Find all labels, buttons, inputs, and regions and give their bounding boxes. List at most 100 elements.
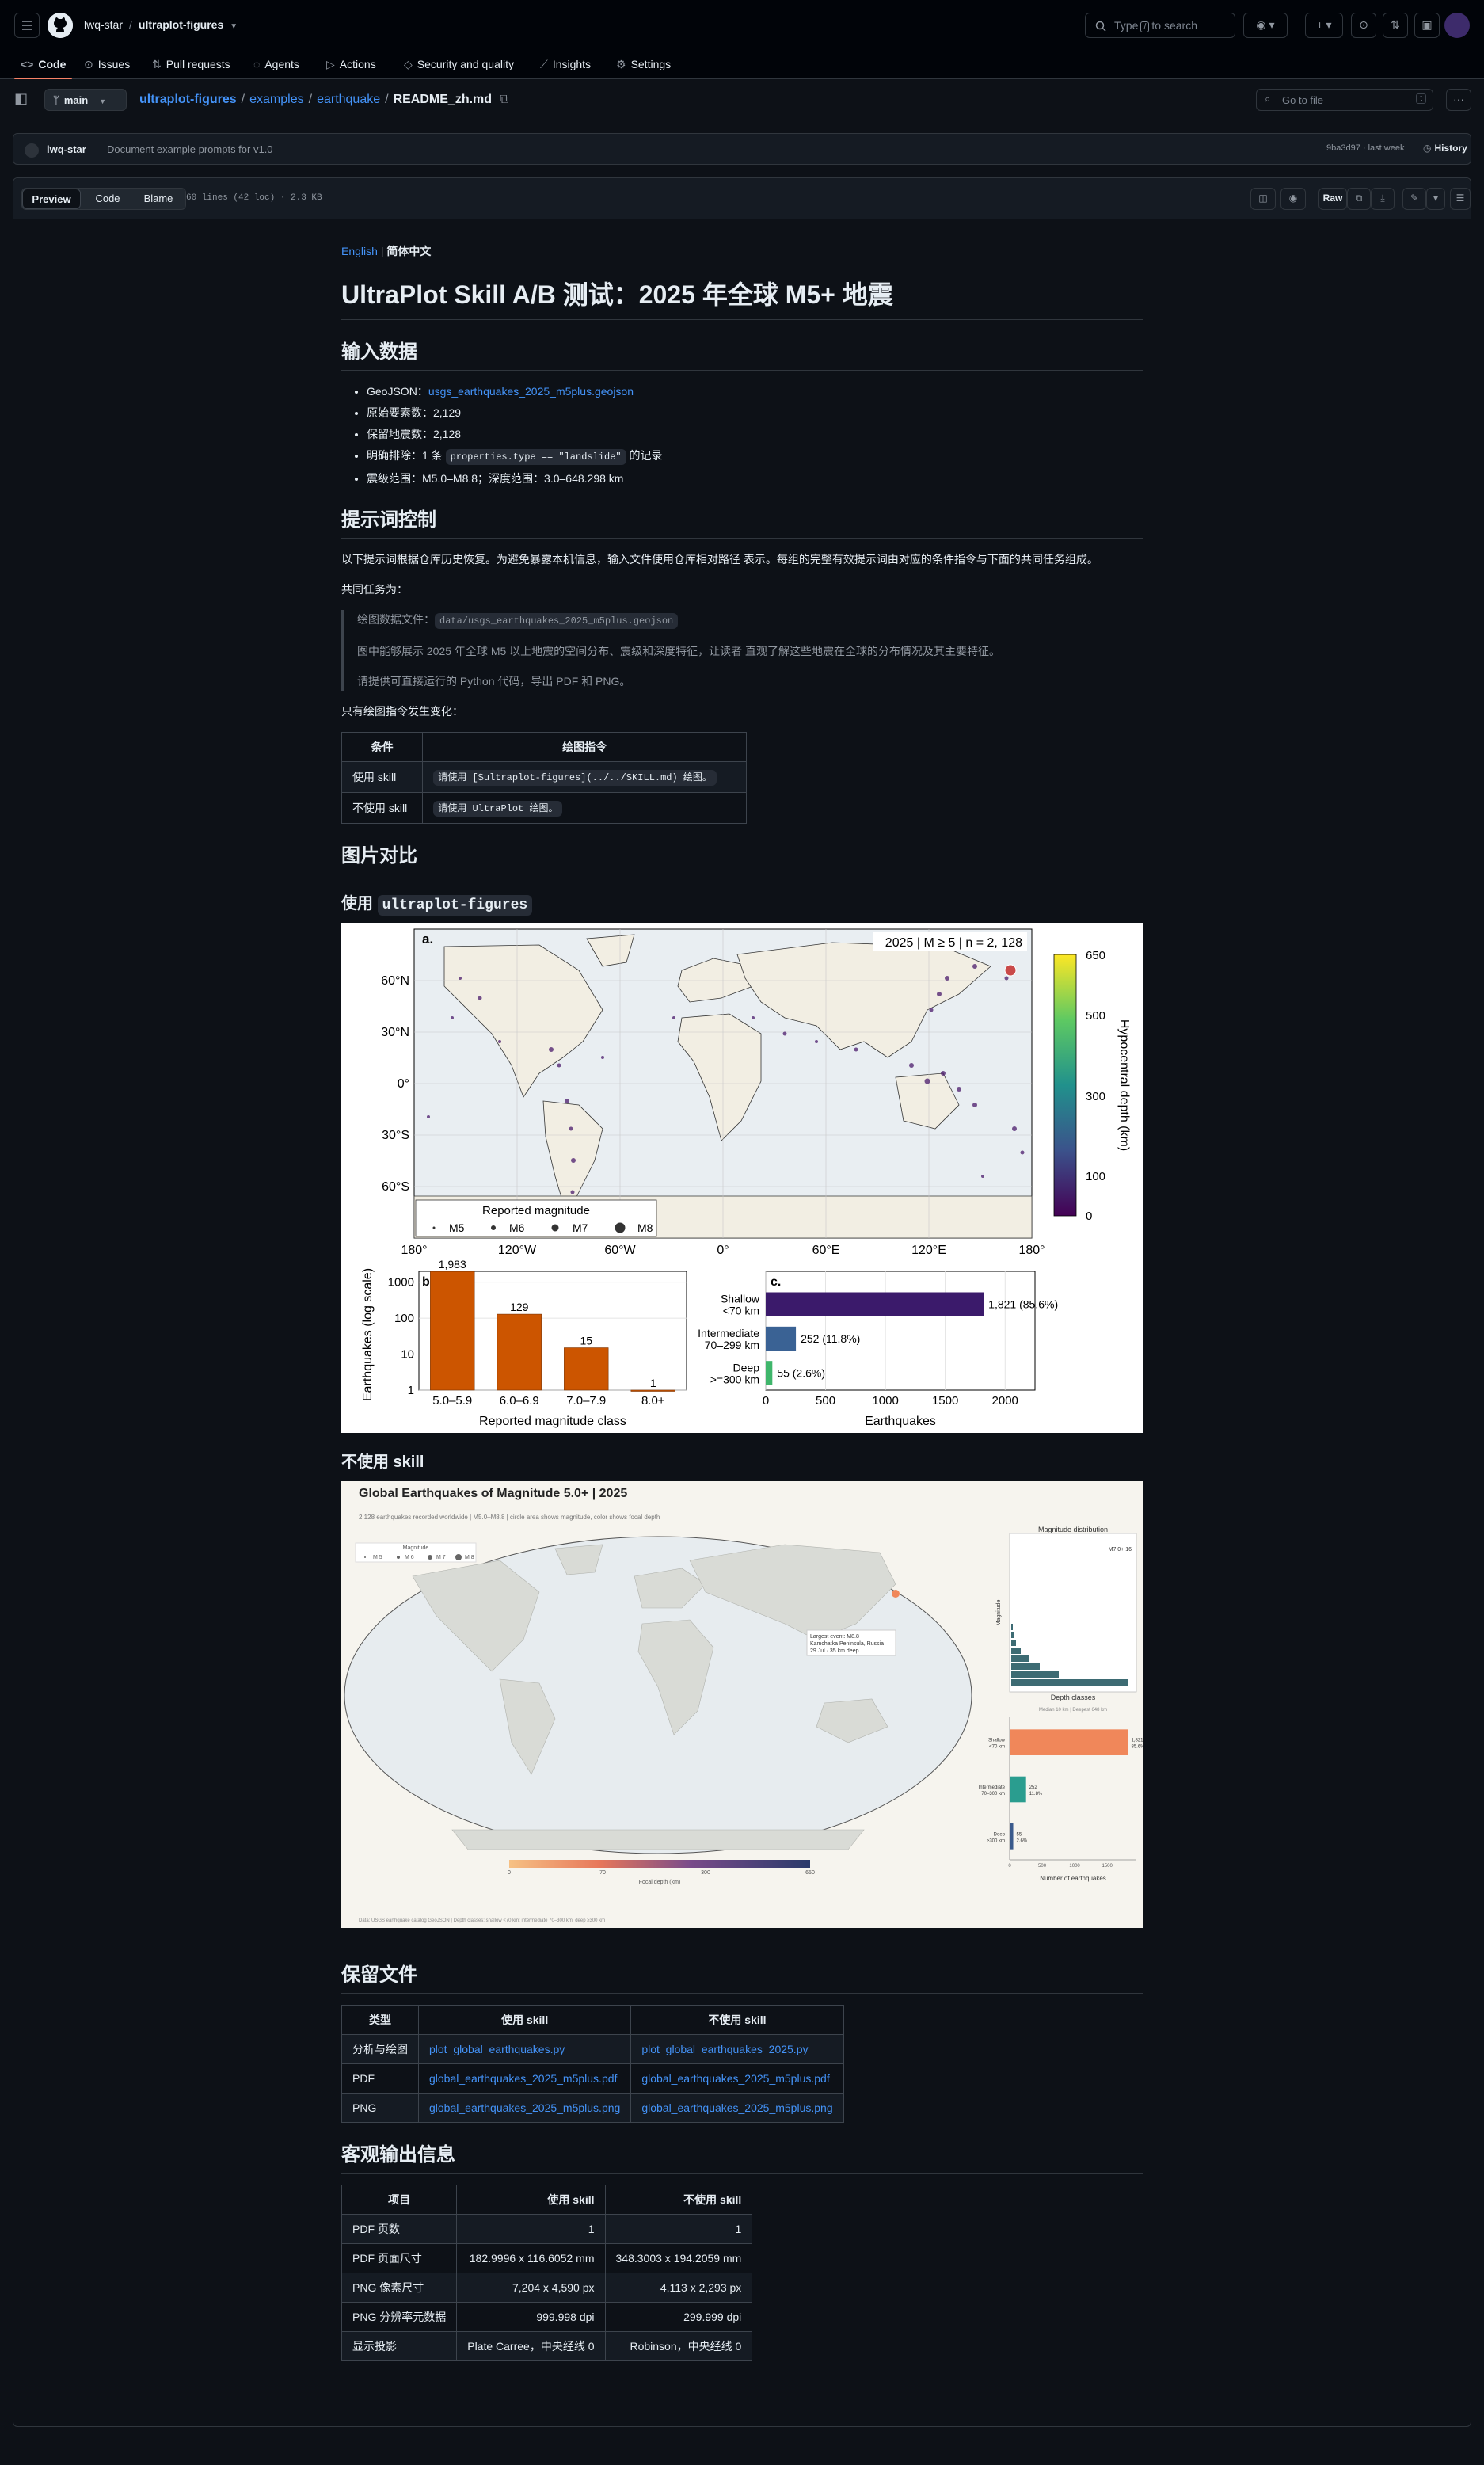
file-link[interactable]: plot_global_earthquakes_2025.py	[641, 2043, 808, 2055]
tab-issues[interactable]: ⊙ Issues	[78, 54, 136, 76]
depth-chart-xtick: 1500	[1102, 1864, 1113, 1869]
tab-code[interactable]: <> Code	[14, 54, 73, 79]
prompt-intro: 以下提示词根据仓库历史恢复。为避免暴露本机信息，输入文件使用仓库相对路径 表示。…	[341, 553, 1098, 566]
file-link[interactable]: plot_global_earthquakes.py	[429, 2043, 565, 2055]
without-skill-heading: 不使用 skill	[341, 1453, 424, 1471]
lat-tick-label: 60°S	[382, 1180, 409, 1194]
quote-line: 请提供可直接运行的 Python 代码，导出 PDF 和 PNG。	[357, 675, 631, 688]
tab-security[interactable]: ◇ Security and quality	[398, 54, 520, 76]
lon-tick-label: 180°	[401, 1244, 427, 1257]
list-unordered-icon: ☰	[1455, 192, 1465, 204]
download-button[interactable]: ⤓	[1371, 188, 1395, 210]
table-row: PDF 页数 1 1	[341, 2214, 753, 2244]
input-heading: 输入数据	[341, 336, 1143, 371]
file-info: 60 lines (42 loc) · 2.3 KB	[186, 193, 322, 203]
preview-tab[interactable]: Preview	[22, 189, 81, 209]
repo-link[interactable]: ultraplot-figures	[139, 18, 223, 31]
panel-b-bar	[497, 1313, 542, 1391]
tab-pull-requests[interactable]: ⇅ Pull requests	[146, 54, 237, 76]
play-icon: ▷	[326, 58, 335, 70]
tab-actions[interactable]: ▷ Actions	[320, 54, 382, 76]
quote-line: 图中能够展示 2025 年全球 M5 以上地震的空间分布、震级和深度特征，让读者…	[357, 645, 1001, 657]
panel-c-xtick-label: 2000	[992, 1394, 1018, 1408]
copy-raw-button[interactable]: ⧉	[1347, 188, 1371, 210]
file-link[interactable]: global_earthquakes_2025_m5plus.pdf	[429, 2072, 617, 2085]
english-link[interactable]: English	[341, 245, 378, 257]
panel-b-xtick-label: 7.0–7.9	[566, 1394, 606, 1408]
file-link[interactable]: global_earthquakes_2025_m5plus.pdf	[641, 2072, 829, 2085]
output-table: 项目 使用 skill 不使用 skill PDF 页数 1 1 PDF 页面尺寸 182…	[341, 2185, 753, 2361]
shield-icon: ◇	[404, 58, 413, 70]
code-view-tab[interactable]: Code	[86, 189, 130, 209]
menu-button[interactable]	[14, 13, 40, 38]
edit-menu-button[interactable]: ▾	[1426, 188, 1445, 210]
file-link[interactable]: global_earthquakes_2025_m5plus.png	[641, 2101, 832, 2114]
breadcrumb-repo-link[interactable]: ultraplot-figures	[139, 93, 237, 106]
file-link[interactable]: global_earthquakes_2025_m5plus.png	[429, 2101, 620, 2114]
commit-message[interactable]: Document example prompts for v1.0	[107, 143, 273, 155]
panel-b-value-label: 15	[580, 1335, 592, 1347]
copy-path-icon[interactable]: ⧉	[500, 93, 508, 107]
edit-button[interactable]: ✎	[1402, 188, 1426, 210]
search-input[interactable]: Type / to search	[1085, 13, 1235, 38]
panel-c-category-label: Deep	[733, 1361, 760, 1373]
annotation-line: 29 Jul · 35 km deep	[810, 1648, 859, 1654]
go-to-file-input[interactable]: ⌕ Go to file t	[1256, 89, 1433, 111]
pull-requests-button[interactable]: ⇅	[1383, 13, 1408, 38]
more-options-button[interactable]: ···	[1446, 89, 1471, 111]
tab-agents[interactable]: ◌ Agents	[247, 54, 306, 76]
copilot-file-button[interactable]: ◫	[1250, 188, 1276, 210]
github-logo-icon[interactable]	[48, 13, 73, 38]
code-icon: <>	[21, 58, 34, 70]
file-viewer: Preview Code Blame 60 lines (42 loc) · 2…	[13, 177, 1471, 2427]
branch-selector[interactable]: ᛘ main ▼	[44, 89, 127, 111]
sidebar-toggle-icon[interactable]: ◧	[14, 90, 33, 109]
table-cell: 1	[604, 2214, 753, 2244]
table-cell: 7,204 x 4,590 px	[456, 2273, 606, 2303]
download-icon: ⤓	[1380, 192, 1385, 204]
table-cell: PDF 页数	[341, 2214, 458, 2244]
owner-link[interactable]: lwq-star	[84, 18, 123, 31]
outline-button[interactable]: ☰	[1450, 188, 1471, 210]
go-to-file-placeholder: Go to file	[1282, 94, 1324, 106]
raw-button[interactable]: Raw	[1318, 188, 1347, 210]
hamburger-icon	[22, 21, 32, 30]
geojson-link[interactable]: usgs_earthquakes_2025_m5plus.geojson	[428, 385, 634, 398]
depth-chart-percent: 85.6%	[1132, 1745, 1143, 1750]
chevron-down-icon[interactable]: ▼	[230, 22, 238, 31]
history-button[interactable]: ◷ History	[1423, 143, 1467, 154]
symbols-button[interactable]: ◉	[1280, 188, 1306, 210]
create-new-button[interactable]: + ▾	[1305, 13, 1343, 38]
table-cell: 请使用 UltraPlot 绘图。	[422, 792, 747, 824]
file-path-bar: ◧ ᛘ main ▼ ultraplot-figures / examples / eart…	[0, 79, 1484, 120]
figure-without-skill[interactable]: Global Earthquakes of Magnitude 5.0+ | 2…	[341, 1481, 1145, 1928]
history-icon: ◷	[1423, 143, 1432, 154]
copilot-button[interactable]: ◉ ▾	[1243, 13, 1288, 38]
blame-tab[interactable]: Blame	[133, 189, 184, 209]
legend-title: Reported magnitude	[482, 1204, 590, 1217]
commit-author-avatar[interactable]	[25, 143, 39, 158]
tab-settings[interactable]: ⚙ Settings	[610, 54, 677, 76]
user-avatar[interactable]	[1444, 13, 1470, 38]
commit-author[interactable]: lwq-star	[47, 143, 86, 155]
quote-label: 绘图数据文件：	[357, 613, 435, 626]
issues-button[interactable]: ⊙	[1351, 13, 1376, 38]
figure-b-subtitle: 2,128 earthquakes recorded worldwide | M…	[359, 1514, 660, 1521]
colorbar-tick: 300	[701, 1870, 710, 1876]
panel-b-value-label: 1	[650, 1377, 656, 1389]
annotation-line: Largest event: M8.8	[810, 1634, 859, 1640]
plus-icon: + ▾	[1316, 18, 1332, 31]
triangle-down-icon: ▾	[1433, 192, 1439, 204]
table-cell: 182.9996 x 116.6052 mm	[456, 2243, 606, 2273]
tab-insights[interactable]: ⟋ Insights	[534, 54, 597, 76]
largest-event-marker	[892, 1590, 900, 1598]
inbox-icon: ▣	[1421, 18, 1433, 31]
panel-b-xtick-label: 6.0–6.9	[500, 1394, 539, 1408]
inbox-button[interactable]: ▣	[1414, 13, 1440, 38]
table-header-row: 条件 绘图指令	[341, 732, 747, 762]
breadcrumb-examples-link[interactable]: examples	[249, 93, 303, 106]
breadcrumb-earthquake-link[interactable]: earthquake	[317, 93, 380, 106]
commit-meta[interactable]: 9ba3d97 · last week	[1326, 143, 1404, 153]
colorbar-tick: 70	[599, 1870, 606, 1876]
figure-with-skill[interactable]: a. 2025 | M ≥ 5 | n = 2, 128 60°N 30°N 0…	[341, 923, 1143, 1433]
